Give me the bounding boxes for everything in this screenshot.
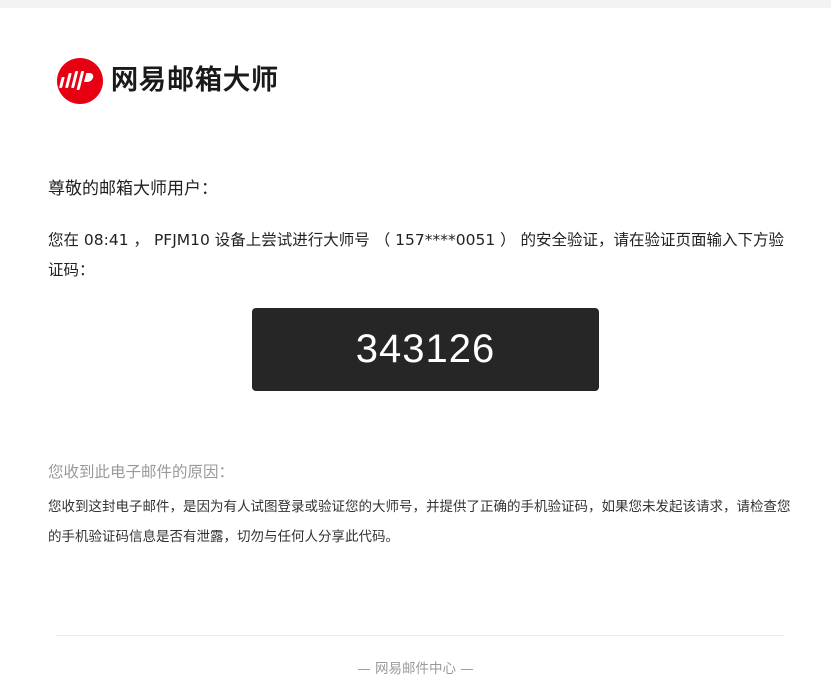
verification-code-box: 343126 bbox=[252, 308, 599, 391]
brand-name: 网易邮箱大师 bbox=[111, 65, 279, 96]
greeting-text: 尊敬的邮箱大师用户： bbox=[48, 179, 218, 199]
brand-logo: 网易邮箱大师 bbox=[57, 58, 279, 104]
verification-message: 您在 08:41 ， PFJM10 设备上尝试进行大师号 （ 157****00… bbox=[48, 231, 785, 279]
email-card: 网易邮箱大师 尊敬的邮箱大师用户： 您在 08:41 ， PFJM10 设备上尝… bbox=[0, 8, 831, 699]
reason-title: 您收到此电子邮件的原因： bbox=[48, 463, 235, 481]
footer-divider bbox=[56, 635, 784, 636]
footer-text: — 网易邮件中心 — bbox=[357, 661, 474, 677]
netease-mail-master-logo-icon bbox=[57, 58, 103, 104]
verification-code: 343126 bbox=[355, 327, 496, 371]
reason-body: 您收到这封电子邮件，是因为有人试图登录或验证您的大师号，并提供了正确的手机验证码… bbox=[48, 499, 791, 545]
